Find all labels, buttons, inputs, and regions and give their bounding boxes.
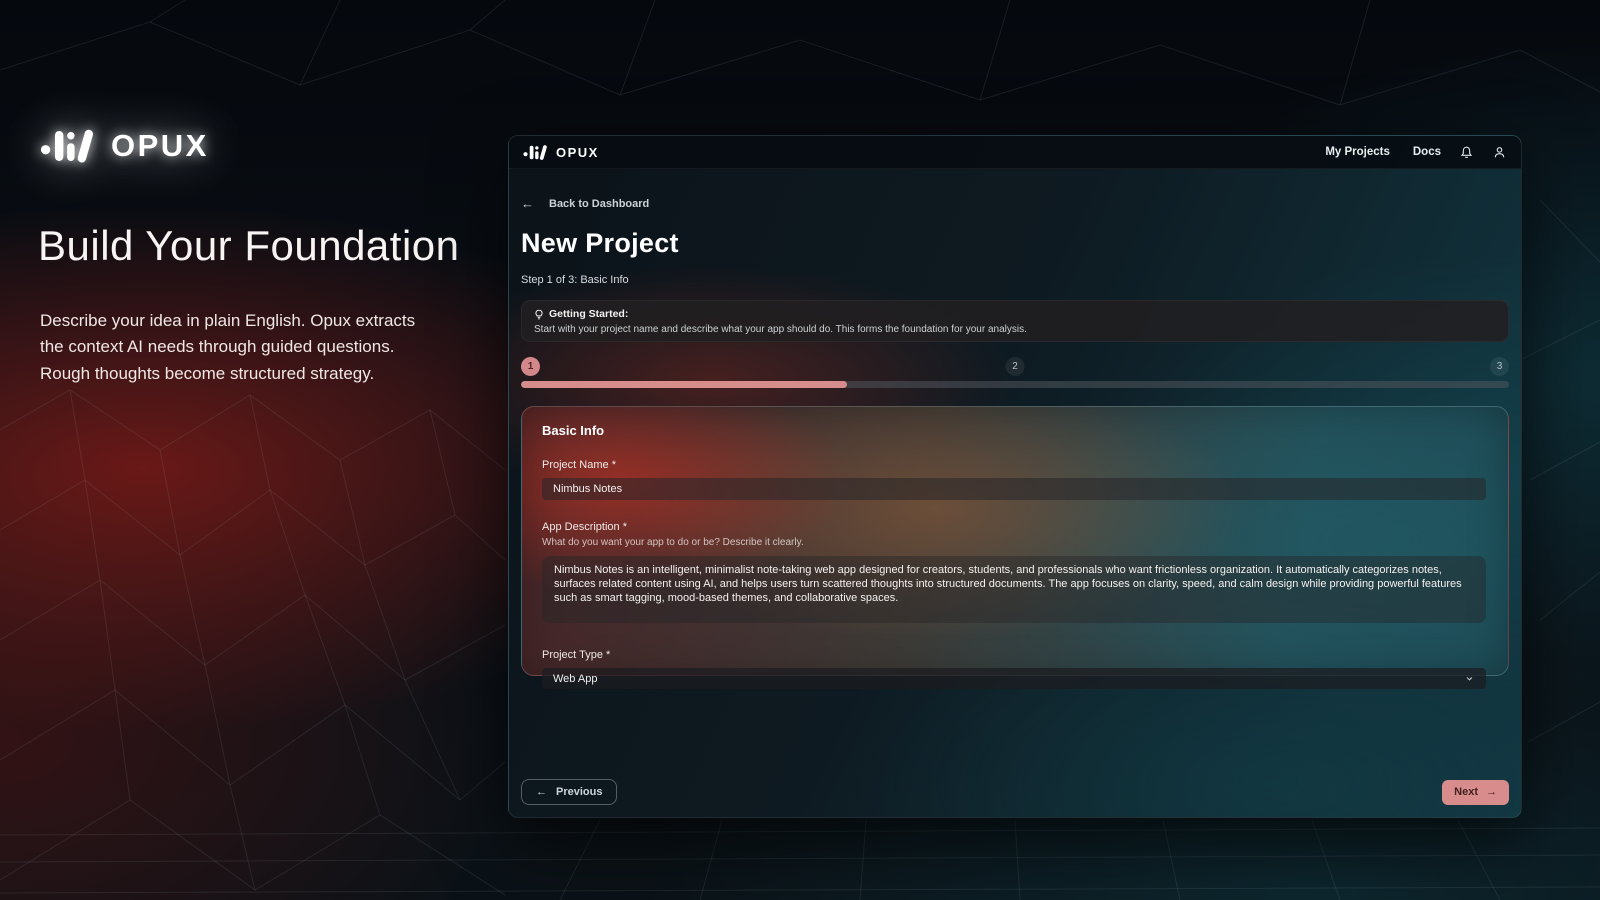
project-type-value: Web App — [553, 673, 597, 685]
hero-headline: Build Your Foundation — [38, 222, 498, 270]
nav-docs-label: Docs — [1413, 146, 1441, 158]
nav-my-projects-link[interactable]: My Projects — [1325, 146, 1390, 158]
getting-started-callout: Getting Started: Start with your project… — [521, 300, 1509, 342]
next-button-label: Next — [1454, 786, 1478, 798]
arrow-right-icon: → — [1486, 786, 1497, 798]
arrow-left-icon: ← — [536, 786, 547, 798]
step-3-badge[interactable]: 3 — [1490, 357, 1509, 376]
opux-waveform-icon — [40, 125, 98, 167]
hero-logo-text: OPUX — [111, 128, 209, 164]
wizard-footer: ← Previous Next → — [521, 779, 1509, 805]
hero-logo: OPUX — [40, 125, 209, 167]
app-description-label: App Description * — [542, 521, 1486, 533]
hero-description: Describe your idea in plain English. Opu… — [40, 308, 442, 387]
bell-icon — [1459, 145, 1474, 160]
step-2-badge[interactable]: 2 — [1006, 357, 1025, 376]
previous-button-label: Previous — [556, 786, 602, 798]
navbar-logo-text: OPUX — [556, 145, 599, 160]
form-section-title: Basic Info — [542, 423, 1486, 438]
window-content: ← Back to Dashboard New Project Step 1 o… — [509, 196, 1521, 676]
callout-body: Start with your project name and describ… — [534, 324, 1496, 335]
arrow-left-icon: ← — [521, 196, 534, 211]
chevron-down-icon — [1464, 673, 1475, 684]
previous-button[interactable]: ← Previous — [521, 779, 617, 805]
app-window: OPUX My Projects Docs — [508, 135, 1522, 818]
project-type-label: Project Type * — [542, 649, 1486, 661]
project-name-label: Project Name * — [542, 459, 1486, 471]
window-navbar: OPUX My Projects Docs — [509, 136, 1521, 169]
app-description-textarea[interactable]: Nimbus Notes is an intelligent, minimali… — [542, 556, 1486, 623]
back-to-dashboard-link[interactable]: ← Back to Dashboard — [521, 196, 1509, 211]
project-name-input[interactable] — [542, 478, 1486, 500]
next-button[interactable]: Next → — [1442, 780, 1509, 805]
account-button[interactable] — [1492, 145, 1507, 160]
wizard-steps: 1 2 3 — [521, 357, 1509, 376]
person-icon — [1492, 145, 1507, 160]
callout-title: Getting Started: — [549, 308, 628, 320]
opux-waveform-icon-small — [523, 143, 549, 162]
basic-info-form-card: Basic Info Project Name * App Descriptio… — [521, 406, 1509, 676]
page-title: New Project — [521, 228, 1509, 259]
step-1-badge[interactable]: 1 — [521, 357, 540, 376]
app-description-helper: What do you want your app to do or be? D… — [542, 537, 1486, 548]
notifications-button[interactable] — [1459, 145, 1474, 160]
project-type-select[interactable]: Web App — [542, 668, 1486, 689]
lightbulb-icon — [534, 309, 544, 320]
progress-bar-track — [521, 381, 1509, 388]
navbar-brand[interactable]: OPUX — [523, 143, 599, 162]
step-indicator-label: Step 1 of 3: Basic Info — [521, 274, 1509, 286]
nav-docs-link[interactable]: Docs — [1408, 146, 1441, 158]
back-link-label: Back to Dashboard — [549, 198, 649, 210]
progress-bar-fill — [521, 381, 847, 388]
